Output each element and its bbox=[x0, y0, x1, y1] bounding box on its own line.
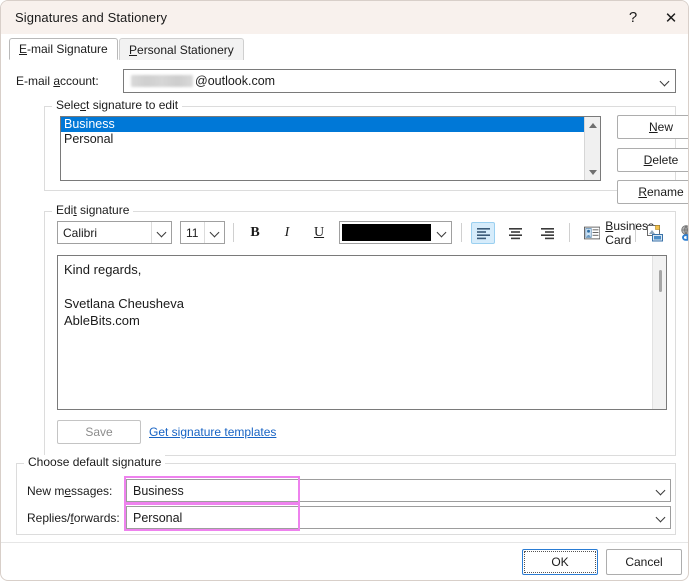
align-center-button[interactable] bbox=[503, 222, 527, 244]
signature-editor[interactable]: Kind regards, Svetlana Cheusheva AbleBit… bbox=[57, 255, 667, 410]
bold-button[interactable]: B bbox=[243, 222, 267, 244]
font-family-value: Calibri bbox=[63, 225, 98, 240]
choose-default-signature-group-title: Choose default signature bbox=[24, 455, 166, 469]
toolbar-separator bbox=[569, 223, 570, 242]
tab-email-signature[interactable]: E-mail Signature bbox=[9, 38, 118, 60]
align-left-button[interactable] bbox=[471, 222, 495, 244]
select-signature-group-title: Select signature to edit bbox=[52, 98, 183, 112]
email-account-select[interactable]: @outlook.com bbox=[123, 69, 676, 93]
replies-forwards-signature-select[interactable]: Personal bbox=[126, 506, 671, 529]
tab-strip: E-mail Signature Personal Stationery bbox=[1, 34, 688, 60]
close-icon[interactable]: ✕ bbox=[652, 1, 688, 34]
business-card-icon bbox=[584, 226, 601, 239]
edit-signature-group-title: Edit signature bbox=[52, 203, 134, 217]
font-size-value: 11 bbox=[186, 225, 199, 240]
formatting-toolbar: Calibri 11 B I U Business Card bbox=[57, 219, 688, 247]
insert-hyperlink-button[interactable] bbox=[673, 222, 688, 244]
get-signature-templates-link[interactable]: Get signature templates bbox=[149, 425, 276, 439]
signature-editor-text[interactable]: Kind regards, Svetlana Cheusheva AbleBit… bbox=[64, 261, 646, 329]
font-color-swatch bbox=[342, 224, 432, 241]
new-signature-button[interactable]: New bbox=[617, 115, 688, 139]
email-account-value: @outlook.com bbox=[195, 74, 276, 88]
italic-button[interactable]: I bbox=[275, 222, 299, 244]
save-button[interactable]: Save bbox=[57, 420, 141, 444]
delete-signature-button[interactable]: Delete bbox=[617, 148, 688, 172]
replies-forwards-signature-value: Personal bbox=[133, 510, 183, 525]
footer-divider bbox=[1, 542, 688, 543]
replies-forwards-label: Replies/forwards: bbox=[27, 511, 120, 525]
redacted-username bbox=[131, 75, 193, 87]
ok-button[interactable]: OK bbox=[522, 549, 598, 575]
new-messages-label: New messages: bbox=[27, 484, 113, 498]
toolbar-separator bbox=[233, 223, 234, 242]
underline-button[interactable]: U bbox=[307, 222, 331, 244]
email-account-label: E-mail account: bbox=[16, 74, 99, 88]
align-center-icon bbox=[508, 227, 522, 239]
signature-editor-scrollbar[interactable] bbox=[652, 256, 666, 409]
window-title: Signatures and Stationery bbox=[15, 10, 168, 25]
tab-email-signature-label: E-mail Signature bbox=[19, 42, 108, 56]
chevron-down-icon[interactable] bbox=[431, 222, 451, 243]
focus-ring bbox=[524, 551, 596, 573]
chevron-down-icon[interactable] bbox=[650, 480, 670, 501]
toolbar-separator bbox=[635, 223, 636, 242]
scrollbar-thumb[interactable] bbox=[659, 270, 662, 292]
insert-picture-icon bbox=[646, 224, 663, 241]
tab-email-signature-accel: E bbox=[19, 42, 28, 56]
cancel-button[interactable]: Cancel bbox=[606, 549, 682, 575]
select-signature-group: Select signature to edit Business Person… bbox=[44, 98, 688, 204]
chevron-down-icon[interactable] bbox=[650, 507, 670, 528]
chevron-down-icon[interactable] bbox=[151, 222, 171, 243]
tab-personal-stationery[interactable]: Personal Stationery bbox=[119, 38, 244, 60]
align-left-icon bbox=[476, 227, 490, 239]
align-right-icon bbox=[540, 227, 554, 239]
list-item[interactable]: Personal bbox=[61, 132, 600, 147]
tab-personal-stationery-label: Personal Stationery bbox=[129, 43, 234, 57]
signature-list[interactable]: Business Personal bbox=[60, 116, 601, 181]
edit-signature-group: Edit signature Calibri 11 B I U Business… bbox=[44, 203, 688, 456]
list-item[interactable]: Business bbox=[61, 117, 600, 132]
chevron-down-icon[interactable] bbox=[653, 70, 675, 92]
help-icon[interactable]: ? bbox=[614, 1, 652, 34]
tab-personal-stationery-accel: P bbox=[129, 42, 138, 57]
insert-picture-button[interactable] bbox=[643, 222, 669, 244]
scroll-down-icon[interactable] bbox=[585, 164, 600, 180]
rename-signature-button[interactable]: Rename bbox=[617, 180, 688, 204]
title-bar-buttons: ? ✕ bbox=[614, 1, 688, 34]
hyperlink-icon bbox=[680, 224, 688, 241]
tab-email-signature-text: -mail Signature bbox=[27, 42, 108, 56]
tab-personal-stationery-text: ersonal Stationery bbox=[137, 42, 234, 57]
font-family-select[interactable]: Calibri bbox=[57, 221, 172, 244]
font-color-select[interactable] bbox=[339, 221, 452, 244]
align-right-button[interactable] bbox=[535, 222, 559, 244]
title-bar: Signatures and Stationery ? ✕ bbox=[1, 1, 688, 34]
signatures-and-stationery-dialog: Signatures and Stationery ? ✕ E-mail Sig… bbox=[0, 0, 689, 581]
new-messages-signature-value: Business bbox=[133, 483, 184, 498]
font-size-select[interactable]: 11 bbox=[180, 221, 225, 244]
new-messages-signature-select[interactable]: Business bbox=[126, 479, 671, 502]
scroll-up-icon[interactable] bbox=[585, 117, 600, 133]
choose-default-signature-group: Choose default signature New messages: B… bbox=[16, 455, 676, 535]
chevron-down-icon[interactable] bbox=[204, 222, 224, 243]
signature-list-scrollbar[interactable] bbox=[584, 117, 600, 180]
toolbar-separator bbox=[461, 223, 462, 242]
